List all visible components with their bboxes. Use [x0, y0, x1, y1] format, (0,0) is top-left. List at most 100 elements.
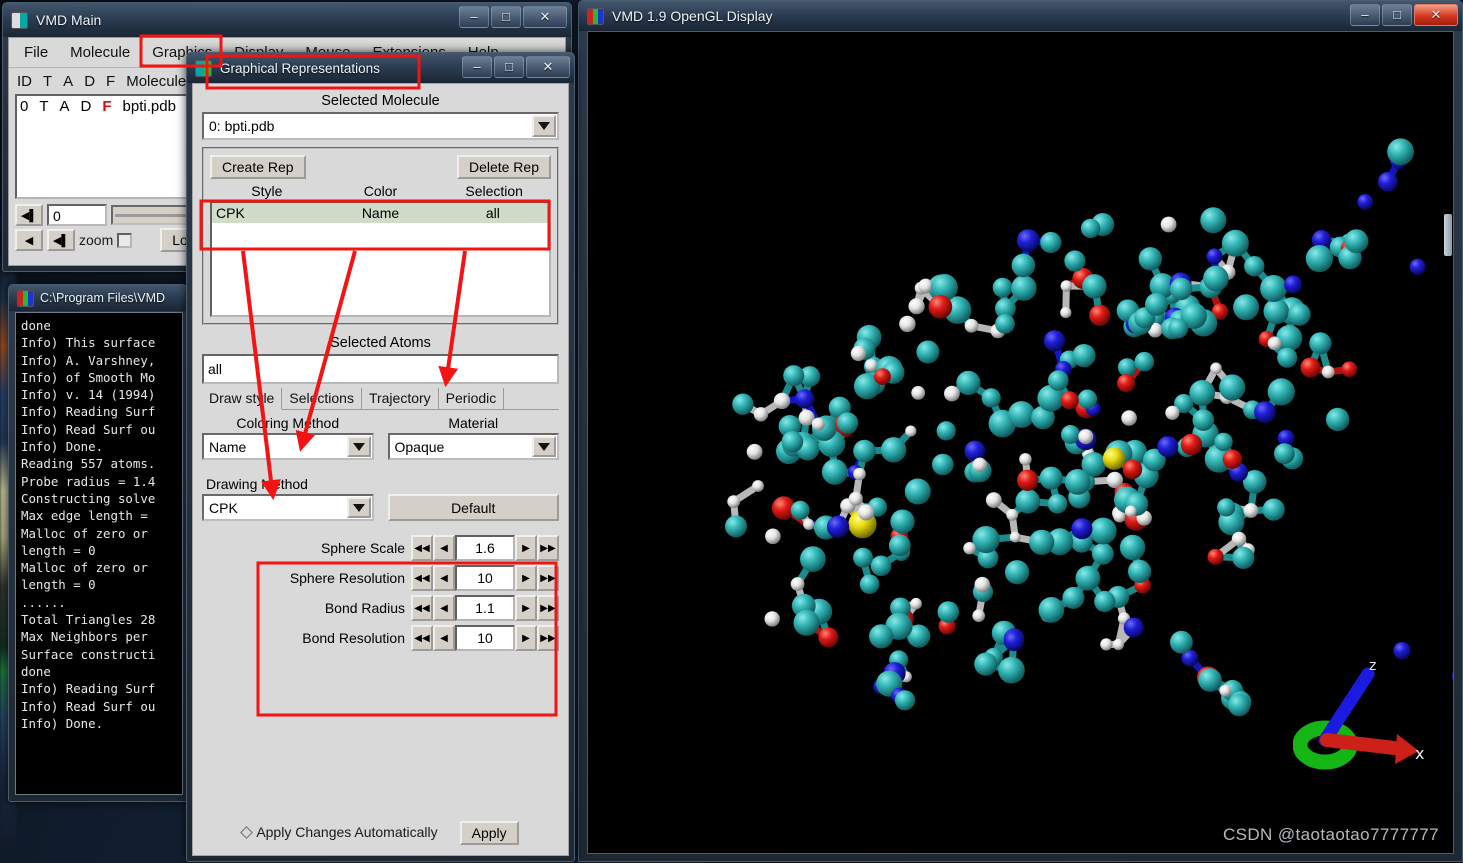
- close-button[interactable]: ✕: [523, 6, 567, 28]
- cell-t[interactable]: T: [39, 98, 48, 115]
- vmd-main-titlebar[interactable]: VMD Main – □ ✕: [3, 3, 571, 37]
- minimize-button[interactable]: –: [1350, 4, 1380, 26]
- sphere-scale-row[interactable]: Sphere Scale ◀◀ ◀ 1.6 ▶ ▶▶: [202, 535, 559, 561]
- bond-resolution-value[interactable]: 10: [455, 625, 515, 651]
- chevron-down-icon[interactable]: [532, 115, 556, 137]
- axis-x-label: x: [1415, 744, 1424, 763]
- bond-radius-fast-decrement-icon[interactable]: ◀◀: [411, 595, 433, 621]
- apply-auto-radio-group[interactable]: Apply Changes Automatically: [242, 824, 437, 842]
- skip-start-icon[interactable]: ◀▌: [15, 204, 43, 226]
- opengl-canvas[interactable]: x z CSDN @taotaotao7777777: [587, 31, 1454, 854]
- opengl-titlebar[interactable]: VMD 1.9 OpenGL Display – □ ✕: [579, 1, 1462, 31]
- create-rep-button[interactable]: Create Rep: [210, 155, 306, 179]
- sphere-resolution-value[interactable]: 10: [455, 565, 515, 591]
- default-button[interactable]: Default: [388, 494, 560, 521]
- rep-table-header: Style Color Selection: [210, 179, 551, 201]
- cell-id: 0: [20, 98, 28, 115]
- table-row[interactable]: CPK Name all: [212, 203, 549, 223]
- bond-radius-decrement-icon[interactable]: ◀: [433, 595, 455, 621]
- sphere-resolution-increment-icon[interactable]: ▶: [515, 565, 537, 591]
- sphere-scale-decrement-icon[interactable]: ◀: [433, 535, 455, 561]
- vertical-scrollbar-thumb[interactable]: [1444, 214, 1452, 256]
- sphere-scale-fast-increment-icon[interactable]: ▶▶: [537, 535, 559, 561]
- sphere-scale-increment-icon[interactable]: ▶: [515, 535, 537, 561]
- coloring-method-dropdown[interactable]: Name: [202, 433, 374, 460]
- cell-d[interactable]: D: [81, 98, 92, 115]
- tab-periodic[interactable]: Periodic: [439, 388, 505, 409]
- sphere-resolution-row[interactable]: Sphere Resolution ◀◀ ◀ 10 ▶ ▶▶: [202, 565, 559, 591]
- chevron-down-icon[interactable]: [532, 436, 556, 457]
- menu-item-file[interactable]: File: [15, 42, 57, 63]
- vmd-main-window-controls[interactable]: – □ ✕: [459, 6, 567, 28]
- coloring-method-value: Name: [209, 439, 246, 455]
- minimize-button[interactable]: –: [459, 6, 489, 28]
- animation-mode-checkbox[interactable]: [117, 233, 132, 248]
- console-output[interactable]: done Info) This surface Info) A. Varshne…: [15, 312, 183, 795]
- graphical-representations-window[interactable]: Graphical Representations – □ ✕ Selected…: [186, 52, 575, 862]
- cell-a[interactable]: A: [60, 98, 70, 115]
- delete-rep-button[interactable]: Delete Rep: [457, 155, 551, 179]
- tab-trajectory[interactable]: Trajectory: [362, 388, 439, 409]
- grep-titlebar[interactable]: Graphical Representations – □ ✕: [187, 53, 574, 83]
- opengl-window-controls[interactable]: – □ ✕: [1350, 4, 1458, 26]
- bond-resolution-increment-icon[interactable]: ▶: [515, 625, 537, 651]
- sphere-scale-fast-decrement-icon[interactable]: ◀◀: [411, 535, 433, 561]
- close-button[interactable]: ✕: [526, 56, 570, 78]
- rep-col-selection: Selection: [437, 183, 551, 199]
- sphere-resolution-decrement-icon[interactable]: ◀: [433, 565, 455, 591]
- maximize-button[interactable]: □: [1382, 4, 1412, 26]
- bond-radius-row[interactable]: Bond Radius ◀◀ ◀ 1.1 ▶ ▶▶: [202, 595, 559, 621]
- minimize-button[interactable]: –: [462, 56, 492, 78]
- frame-number-input[interactable]: 0: [47, 204, 107, 226]
- apply-row[interactable]: Apply Changes Automatically Apply: [203, 821, 558, 845]
- bond-resolution-fast-decrement-icon[interactable]: ◀◀: [411, 625, 433, 651]
- maximize-button[interactable]: □: [494, 56, 524, 78]
- sphere-resolution-fast-increment-icon[interactable]: ▶▶: [537, 565, 559, 591]
- chevron-down-icon[interactable]: [347, 436, 371, 457]
- bond-resolution-decrement-icon[interactable]: ◀: [433, 625, 455, 651]
- vmd-console-window[interactable]: C:\Program Files\VMD done Info) This sur…: [8, 284, 188, 802]
- console-titlebar[interactable]: C:\Program Files\VMD: [9, 285, 187, 311]
- tab-draw-style[interactable]: Draw style: [202, 388, 282, 410]
- selected-molecule-label: Selected Molecule: [202, 93, 559, 109]
- watermark-text: CSDN @taotaotao7777777: [1223, 825, 1439, 845]
- rep-table-list[interactable]: CPK Name all: [210, 201, 551, 317]
- bond-radius-increment-icon[interactable]: ▶: [515, 595, 537, 621]
- bond-resolution-fast-increment-icon[interactable]: ▶▶: [537, 625, 559, 651]
- grep-window-controls[interactable]: – □ ✕: [462, 56, 570, 78]
- step-back-icon[interactable]: ◀▌: [47, 229, 75, 251]
- maximize-button[interactable]: □: [491, 6, 521, 28]
- selected-atoms-input[interactable]: all: [202, 354, 559, 384]
- sphere-resolution-label: Sphere Resolution: [290, 570, 405, 586]
- style-parameters-panel: Sphere Scale ◀◀ ◀ 1.6 ▶ ▶▶ Sphere Resolu…: [202, 535, 559, 651]
- default-button-group: Default: [388, 476, 560, 521]
- material-dropdown[interactable]: Opaque: [388, 433, 560, 460]
- play-back-icon[interactable]: ◀: [15, 229, 43, 251]
- apply-button[interactable]: Apply: [460, 821, 519, 845]
- chevron-down-icon[interactable]: [347, 497, 371, 518]
- sphere-resolution-fast-decrement-icon[interactable]: ◀◀: [411, 565, 433, 591]
- col-t: T: [43, 73, 52, 90]
- diamond-radio-icon[interactable]: [240, 826, 253, 839]
- drawing-method-dropdown[interactable]: CPK: [202, 494, 374, 521]
- opengl-display-window[interactable]: VMD 1.9 OpenGL Display – □ ✕: [578, 0, 1463, 862]
- vmd-logo-icon: [11, 12, 28, 29]
- sphere-scale-value[interactable]: 1.6: [455, 535, 515, 561]
- bond-radius-value[interactable]: 1.1: [455, 595, 515, 621]
- bond-resolution-row[interactable]: Bond Resolution ◀◀ ◀ 10 ▶ ▶▶: [202, 625, 559, 651]
- bond-radius-fast-increment-icon[interactable]: ▶▶: [537, 595, 559, 621]
- representation-panel: Create Rep Delete Rep Style Color Select…: [202, 147, 559, 325]
- axis-z-label: z: [1369, 658, 1376, 674]
- menu-item-molecule[interactable]: Molecule: [61, 42, 139, 63]
- coloring-material-row: Coloring Method Name Material Opaque: [202, 415, 559, 460]
- selected-molecule-dropdown[interactable]: 0: bpti.pdb: [202, 112, 559, 140]
- material-group: Material Opaque: [388, 415, 560, 460]
- cell-f[interactable]: F: [102, 98, 111, 115]
- tab-selections[interactable]: Selections: [282, 388, 362, 409]
- draw-style-tabs[interactable]: Draw style Selections Trajectory Periodi…: [202, 388, 559, 410]
- close-button[interactable]: ✕: [1414, 4, 1458, 26]
- rep-buttons-row[interactable]: Create Rep Delete Rep: [210, 155, 551, 179]
- col-molecule: Molecule: [126, 73, 186, 90]
- material-value: Opaque: [395, 439, 445, 455]
- drawing-method-group: Drawing Method CPK: [202, 476, 374, 521]
